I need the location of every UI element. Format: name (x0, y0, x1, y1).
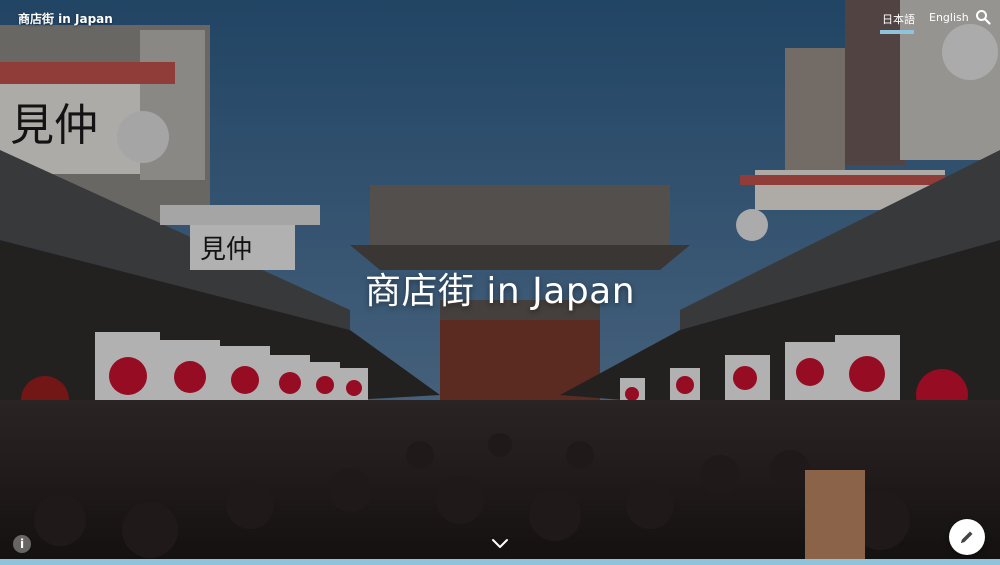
language-japanese-link[interactable]: 日本語 (882, 11, 915, 27)
site-title-link[interactable]: 商店街 in Japan (18, 10, 113, 27)
search-icon (976, 10, 991, 25)
hero-title: 商店街 in Japan (364, 271, 636, 312)
active-language-indicator (880, 30, 914, 34)
scroll-down-button[interactable] (491, 535, 509, 548)
search-button[interactable] (975, 9, 991, 25)
chevron-down-icon (492, 539, 508, 548)
info-button[interactable]: i (13, 535, 31, 553)
info-icon: i (19, 537, 25, 551)
hero-section: 見仲 見仲 商店街 in Japan 日本語 English 商店街 in Ja… (0, 0, 1000, 565)
pencil-icon (961, 531, 973, 543)
bottom-accent-bar (0, 559, 1000, 565)
top-navigation-bar: 商店街 in Japan 日本語 English (0, 0, 1000, 36)
language-english-link[interactable]: English (929, 11, 969, 24)
edit-button[interactable] (949, 519, 985, 555)
